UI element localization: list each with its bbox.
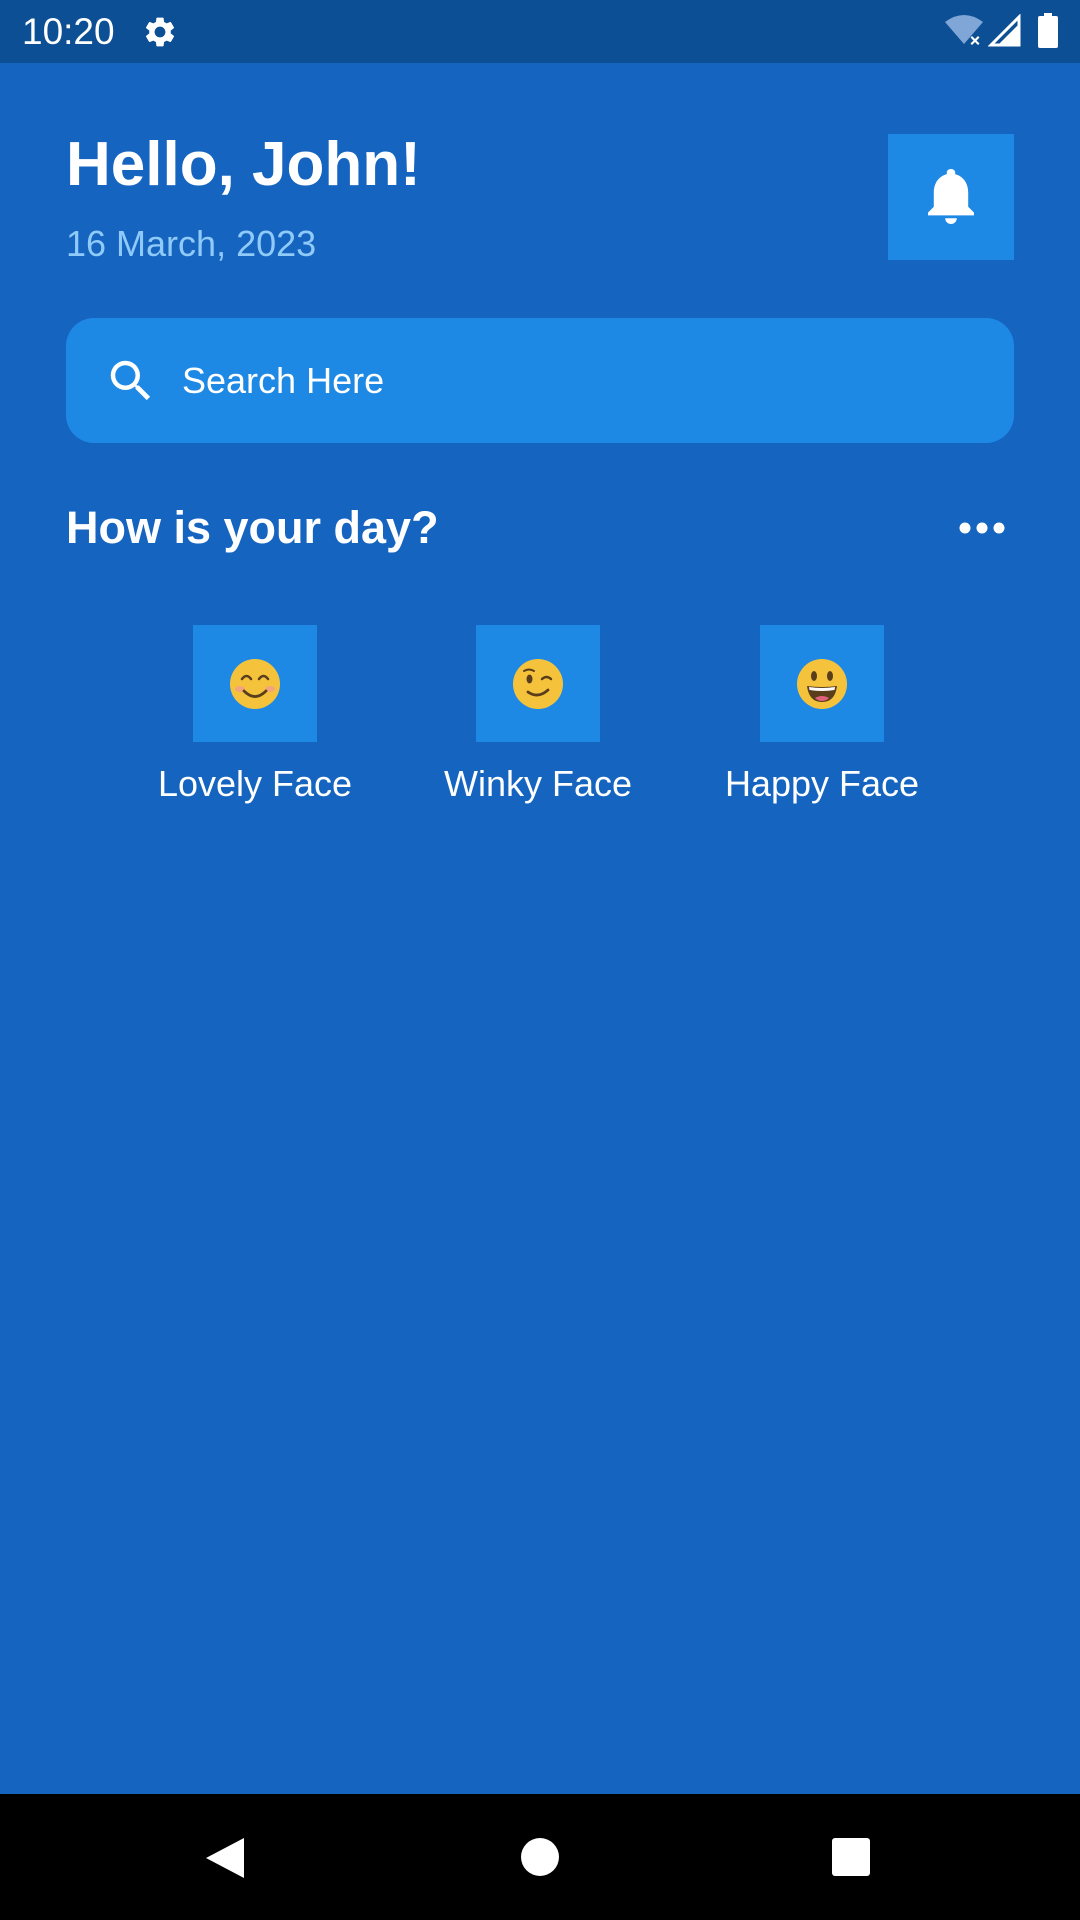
date-label: 16 March, 2023 xyxy=(66,223,317,264)
gear-icon xyxy=(145,17,175,47)
wifi-off-icon xyxy=(945,15,983,45)
app-screen: 10:20 Hello, John! 16 March, 2023 How i xyxy=(0,0,1080,1920)
search-bar[interactable] xyxy=(66,318,1014,443)
mood-option-winky[interactable]: Winky Face xyxy=(418,625,658,806)
mood-option-happy[interactable]: Happy Face xyxy=(702,625,942,806)
bell-icon xyxy=(928,169,974,224)
grinning-face-icon xyxy=(797,658,847,709)
greeting-title: Hello, John! xyxy=(66,130,421,199)
mood-section-title: How is your day? xyxy=(66,502,439,553)
back-icon[interactable] xyxy=(204,1836,246,1880)
mood-label: Lovely Face xyxy=(157,763,353,804)
status-time: 10:20 xyxy=(22,11,115,52)
smiling-face-icon xyxy=(230,658,280,709)
mood-tile[interactable] xyxy=(193,625,317,742)
search-input[interactable] xyxy=(180,349,984,412)
notifications-button[interactable] xyxy=(888,134,1014,260)
status-bar: 10:20 xyxy=(0,0,1080,63)
mood-label: Happy Face xyxy=(724,763,920,804)
home-icon[interactable] xyxy=(520,1837,560,1877)
signal-icon xyxy=(988,14,1021,47)
more-options-button[interactable] xyxy=(950,508,1014,548)
winking-face-icon xyxy=(513,658,563,709)
system-nav-bar xyxy=(0,1794,1080,1920)
more-horizontal-icon xyxy=(959,522,1005,534)
search-icon xyxy=(110,360,151,400)
recents-icon[interactable] xyxy=(831,1837,871,1877)
mood-option-lovely[interactable]: Lovely Face xyxy=(135,625,375,806)
mood-tile[interactable] xyxy=(476,625,600,742)
battery-icon xyxy=(1038,13,1058,48)
mood-tile[interactable] xyxy=(760,625,884,742)
mood-label: Winky Face xyxy=(443,763,633,804)
